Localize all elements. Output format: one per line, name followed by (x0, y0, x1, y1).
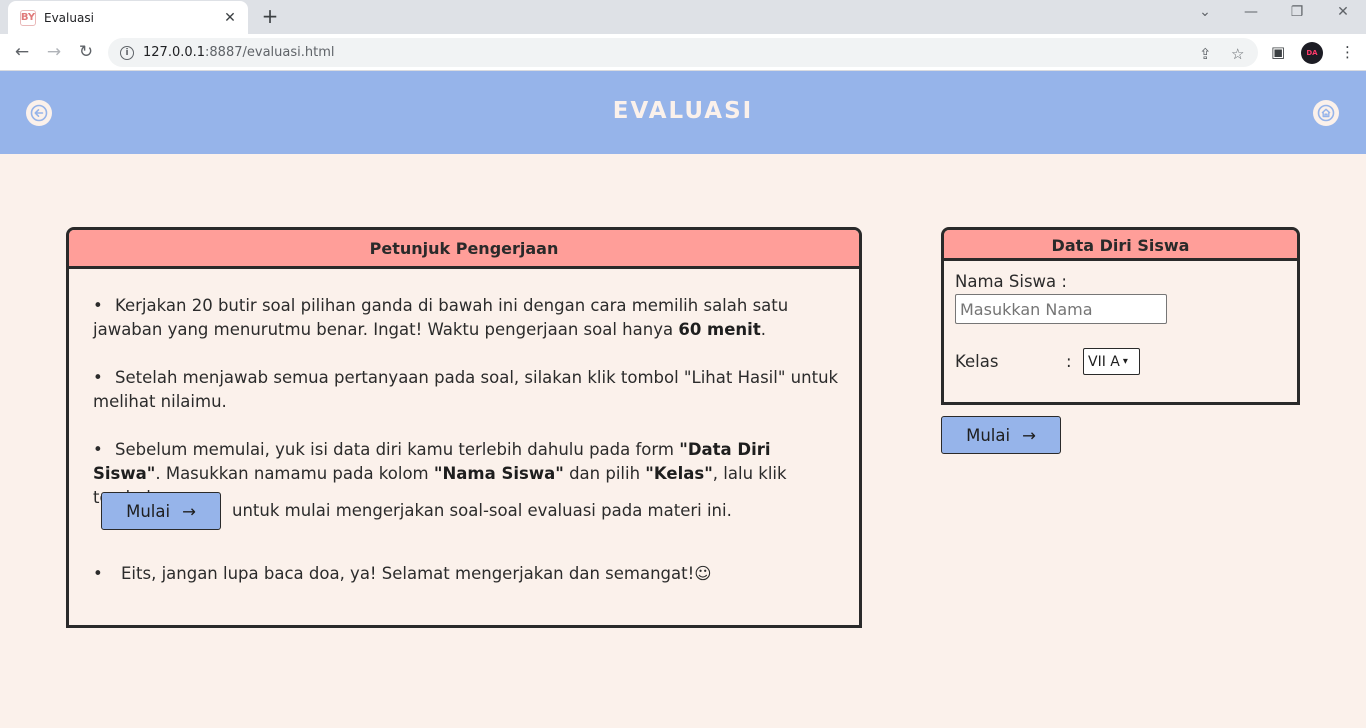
student-data-title: Data Diri Siswa (944, 230, 1297, 261)
tab-title: Evaluasi (44, 10, 94, 25)
tab-close-icon[interactable]: ✕ (222, 10, 238, 26)
nama-siswa-label: Nama Siswa : (955, 272, 1067, 291)
bullet: • (93, 564, 103, 583)
inline-mulai-button[interactable]: Mulai → (101, 492, 221, 530)
arrow-right-icon: → (1022, 425, 1036, 445)
instructions-title: Petunjuk Pengerjaan (69, 230, 859, 269)
home-icon (1317, 104, 1335, 122)
forward-icon[interactable]: → (42, 40, 66, 64)
browser-tabstrip: BY Evaluasi ✕ + ⌄ — ❐ ✕ (0, 0, 1366, 34)
close-window-icon[interactable]: ✕ (1331, 4, 1355, 20)
page-header: EVALUASI (0, 71, 1366, 154)
address-bar[interactable]: i 127.0.0.1:8887/evaluasi.html ⇪ ☆ (108, 38, 1258, 67)
site-info-icon[interactable]: i (120, 45, 134, 60)
back-icon[interactable]: ← (10, 40, 34, 64)
instructions-card: Petunjuk Pengerjaan • Kerjakan 20 butir s… (66, 227, 862, 628)
kelas-colon: : (1066, 352, 1072, 371)
restore-icon[interactable]: ❐ (1285, 4, 1309, 20)
instruction-item-2: • Setelah menjawab semua pertanyaan pada … (93, 368, 839, 411)
instruction-item-4: • Eits, jangan lupa baca doa, ya! Selamat… (93, 562, 843, 586)
share-icon[interactable]: ⇪ (1199, 45, 1212, 63)
browser-tab[interactable]: BY Evaluasi ✕ (8, 1, 248, 34)
arrow-right-icon: → (182, 501, 196, 521)
side-panel-icon[interactable]: ▣ (1271, 43, 1285, 61)
favicon-icon: BY (20, 9, 36, 26)
instruction-item-1: • Kerjakan 20 butir soal pilihan ganda di… (93, 296, 789, 339)
bullet: • (93, 440, 103, 459)
bullet: • (93, 368, 103, 387)
profile-avatar[interactable]: DA (1301, 42, 1323, 64)
browser-toolbar: ← → ↻ i 127.0.0.1:8887/evaluasi.html ⇪ ☆… (0, 34, 1366, 71)
mulai-button[interactable]: Mulai → (941, 416, 1061, 454)
home-button[interactable] (1313, 100, 1339, 126)
chevron-down-icon: ▾ (1122, 356, 1128, 367)
tab-search-icon[interactable]: ⌄ (1193, 4, 1217, 20)
reload-icon[interactable]: ↻ (74, 40, 98, 64)
kelas-label: Kelas (955, 352, 999, 371)
url-text: 127.0.0.1:8887/evaluasi.html (143, 45, 335, 60)
instruction-item-3-cont: untuk mulai mengerjakan soal-soal evalua… (232, 501, 732, 520)
bookmark-star-icon[interactable]: ☆ (1231, 45, 1244, 63)
minimize-icon[interactable]: — (1239, 4, 1263, 20)
new-tab-button[interactable]: + (258, 5, 282, 29)
page-title: EVALUASI (612, 98, 754, 124)
nama-siswa-input[interactable] (955, 294, 1167, 324)
menu-kebab-icon[interactable]: ⋮ (1340, 43, 1355, 61)
student-data-card: Data Diri Siswa Nama Siswa : Kelas : VII… (941, 227, 1300, 405)
kelas-select[interactable]: VII A ▾ (1083, 348, 1140, 375)
bullet: • (93, 296, 103, 315)
